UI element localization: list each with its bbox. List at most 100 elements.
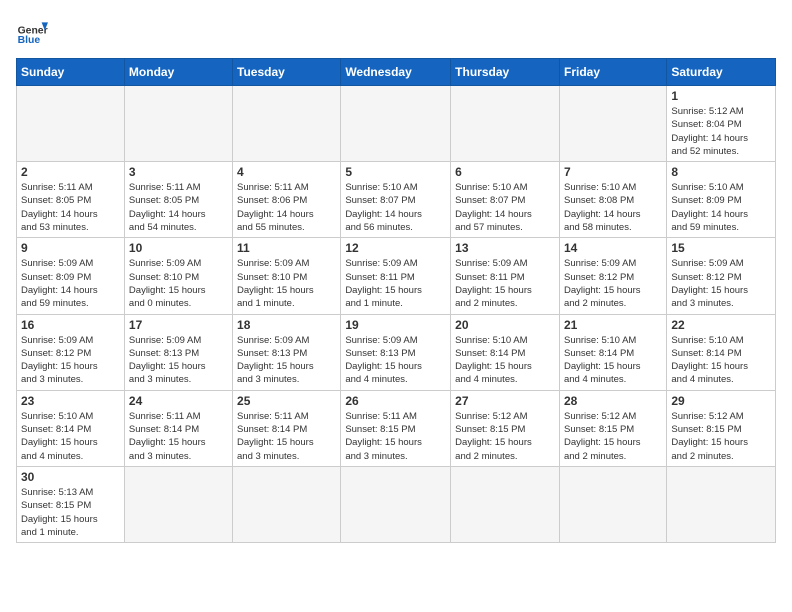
calendar-cell: 26 Sunrise: 5:11 AM Sunset: 8:15 PM Dayli… — [341, 390, 451, 466]
day-number: 2 — [21, 165, 120, 179]
calendar-cell: 23 Sunrise: 5:10 AM Sunset: 8:14 PM Dayli… — [17, 390, 125, 466]
calendar-cell — [341, 466, 451, 542]
calendar-cell — [17, 86, 125, 162]
calendar-cell: 22 Sunrise: 5:10 AM Sunset: 8:14 PM Dayli… — [667, 314, 776, 390]
day-number: 11 — [237, 241, 336, 255]
calendar-cell: 19Sunrise: 5:09 AM Sunset: 8:13 PM Dayli… — [341, 314, 451, 390]
day-number: 19 — [345, 318, 446, 332]
day-header-thursday: Thursday — [451, 59, 560, 86]
day-info: Sunrise: 5:10 AM Sunset: 8:14 PM Dayligh… — [455, 334, 555, 387]
day-info: Sunrise: 5:11 AM Sunset: 8:15 PM Dayligh… — [345, 410, 446, 463]
day-info: Sunrise: 5:09 AM Sunset: 8:12 PM Dayligh… — [564, 257, 662, 310]
day-number: 16 — [21, 318, 120, 332]
calendar-week-1: 1 Sunrise: 5:12 AM Sunset: 8:04 PM Daylig… — [17, 86, 776, 162]
day-number: 28 — [564, 394, 662, 408]
calendar-cell: 6 Sunrise: 5:10 AM Sunset: 8:07 PM Daylig… — [451, 162, 560, 238]
day-number: 3 — [129, 165, 228, 179]
calendar-cell: 10Sunrise: 5:09 AM Sunset: 8:10 PM Dayli… — [124, 238, 232, 314]
calendar-cell: 29Sunrise: 5:12 AM Sunset: 8:15 PM Dayli… — [667, 390, 776, 466]
day-info: Sunrise: 5:12 AM Sunset: 8:04 PM Dayligh… — [671, 105, 771, 158]
calendar-week-5: 23 Sunrise: 5:10 AM Sunset: 8:14 PM Dayli… — [17, 390, 776, 466]
calendar-cell: 28Sunrise: 5:12 AM Sunset: 8:15 PM Dayli… — [559, 390, 666, 466]
calendar-cell — [341, 86, 451, 162]
day-info: Sunrise: 5:10 AM Sunset: 8:07 PM Dayligh… — [455, 181, 555, 234]
calendar-cell — [667, 466, 776, 542]
calendar-cell: 13 Sunrise: 5:09 AM Sunset: 8:11 PM Dayli… — [451, 238, 560, 314]
calendar-week-6: 30 Sunrise: 5:13 AM Sunset: 8:15 PM Dayli… — [17, 466, 776, 542]
calendar-cell: 21 Sunrise: 5:10 AM Sunset: 8:14 PM Dayli… — [559, 314, 666, 390]
calendar-cell: 25Sunrise: 5:11 AM Sunset: 8:14 PM Dayli… — [233, 390, 341, 466]
calendar-cell: 8 Sunrise: 5:10 AM Sunset: 8:09 PM Daylig… — [667, 162, 776, 238]
calendar-cell — [559, 466, 666, 542]
calendar-cell — [233, 86, 341, 162]
page-header: General Blue — [16, 16, 776, 48]
day-number: 5 — [345, 165, 446, 179]
day-number: 9 — [21, 241, 120, 255]
day-info: Sunrise: 5:09 AM Sunset: 8:11 PM Dayligh… — [455, 257, 555, 310]
day-info: Sunrise: 5:09 AM Sunset: 8:13 PM Dayligh… — [237, 334, 336, 387]
day-info: Sunrise: 5:10 AM Sunset: 8:14 PM Dayligh… — [564, 334, 662, 387]
day-number: 24 — [129, 394, 228, 408]
day-number: 17 — [129, 318, 228, 332]
day-number: 30 — [21, 470, 120, 484]
day-info: Sunrise: 5:09 AM Sunset: 8:10 PM Dayligh… — [237, 257, 336, 310]
day-info: Sunrise: 5:11 AM Sunset: 8:05 PM Dayligh… — [129, 181, 228, 234]
calendar-cell — [124, 466, 232, 542]
day-header-monday: Monday — [124, 59, 232, 86]
day-info: Sunrise: 5:11 AM Sunset: 8:06 PM Dayligh… — [237, 181, 336, 234]
calendar-cell: 1 Sunrise: 5:12 AM Sunset: 8:04 PM Daylig… — [667, 86, 776, 162]
calendar-cell: 4 Sunrise: 5:11 AM Sunset: 8:06 PM Daylig… — [233, 162, 341, 238]
calendar-week-2: 2 Sunrise: 5:11 AM Sunset: 8:05 PM Daylig… — [17, 162, 776, 238]
day-number: 10 — [129, 241, 228, 255]
calendar-cell — [559, 86, 666, 162]
calendar-cell: 12Sunrise: 5:09 AM Sunset: 8:11 PM Dayli… — [341, 238, 451, 314]
day-info: Sunrise: 5:10 AM Sunset: 8:14 PM Dayligh… — [671, 334, 771, 387]
day-info: Sunrise: 5:13 AM Sunset: 8:15 PM Dayligh… — [21, 486, 120, 539]
calendar-cell — [451, 86, 560, 162]
day-number: 6 — [455, 165, 555, 179]
calendar-cell: 15 Sunrise: 5:09 AM Sunset: 8:12 PM Dayli… — [667, 238, 776, 314]
svg-text:Blue: Blue — [18, 35, 41, 46]
calendar-cell — [233, 466, 341, 542]
day-info: Sunrise: 5:09 AM Sunset: 8:12 PM Dayligh… — [671, 257, 771, 310]
day-info: Sunrise: 5:09 AM Sunset: 8:11 PM Dayligh… — [345, 257, 446, 310]
day-info: Sunrise: 5:10 AM Sunset: 8:09 PM Dayligh… — [671, 181, 771, 234]
day-info: Sunrise: 5:12 AM Sunset: 8:15 PM Dayligh… — [455, 410, 555, 463]
day-info: Sunrise: 5:10 AM Sunset: 8:14 PM Dayligh… — [21, 410, 120, 463]
header-row: SundayMondayTuesdayWednesdayThursdayFrid… — [17, 59, 776, 86]
day-info: Sunrise: 5:09 AM Sunset: 8:09 PM Dayligh… — [21, 257, 120, 310]
day-number: 7 — [564, 165, 662, 179]
calendar-week-3: 9 Sunrise: 5:09 AM Sunset: 8:09 PM Daylig… — [17, 238, 776, 314]
day-number: 1 — [671, 89, 771, 103]
day-number: 8 — [671, 165, 771, 179]
day-number: 13 — [455, 241, 555, 255]
day-info: Sunrise: 5:10 AM Sunset: 8:08 PM Dayligh… — [564, 181, 662, 234]
calendar-cell — [124, 86, 232, 162]
day-info: Sunrise: 5:11 AM Sunset: 8:14 PM Dayligh… — [237, 410, 336, 463]
calendar-cell: 9 Sunrise: 5:09 AM Sunset: 8:09 PM Daylig… — [17, 238, 125, 314]
day-number: 21 — [564, 318, 662, 332]
calendar-cell: 5 Sunrise: 5:10 AM Sunset: 8:07 PM Daylig… — [341, 162, 451, 238]
day-info: Sunrise: 5:11 AM Sunset: 8:14 PM Dayligh… — [129, 410, 228, 463]
calendar-cell: 30 Sunrise: 5:13 AM Sunset: 8:15 PM Dayli… — [17, 466, 125, 542]
calendar-cell: 2Sunrise: 5:11 AM Sunset: 8:05 PM Daylig… — [17, 162, 125, 238]
day-number: 4 — [237, 165, 336, 179]
day-number: 22 — [671, 318, 771, 332]
day-header-wednesday: Wednesday — [341, 59, 451, 86]
day-header-saturday: Saturday — [667, 59, 776, 86]
calendar-cell: 16 Sunrise: 5:09 AM Sunset: 8:12 PM Dayli… — [17, 314, 125, 390]
calendar-cell: 27 Sunrise: 5:12 AM Sunset: 8:15 PM Dayli… — [451, 390, 560, 466]
day-header-friday: Friday — [559, 59, 666, 86]
day-number: 18 — [237, 318, 336, 332]
day-number: 26 — [345, 394, 446, 408]
day-info: Sunrise: 5:09 AM Sunset: 8:12 PM Dayligh… — [21, 334, 120, 387]
day-info: Sunrise: 5:10 AM Sunset: 8:07 PM Dayligh… — [345, 181, 446, 234]
day-number: 15 — [671, 241, 771, 255]
day-number: 27 — [455, 394, 555, 408]
logo: General Blue — [16, 16, 52, 48]
calendar-cell: 7 Sunrise: 5:10 AM Sunset: 8:08 PM Daylig… — [559, 162, 666, 238]
day-number: 23 — [21, 394, 120, 408]
calendar-body: 1 Sunrise: 5:12 AM Sunset: 8:04 PM Daylig… — [17, 86, 776, 543]
calendar-cell: 24 Sunrise: 5:11 AM Sunset: 8:14 PM Dayli… — [124, 390, 232, 466]
calendar-cell: 17Sunrise: 5:09 AM Sunset: 8:13 PM Dayli… — [124, 314, 232, 390]
